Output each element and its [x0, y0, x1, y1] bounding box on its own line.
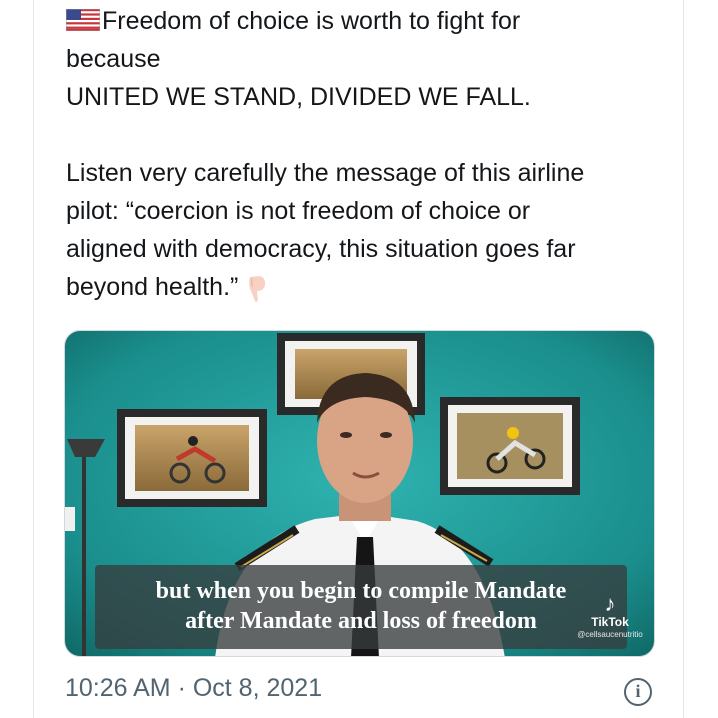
subtitle-line-2: after Mandate and loss of freedom	[185, 608, 537, 634]
video-player[interactable]: but when you begin to compile Mandate af…	[64, 330, 655, 657]
subtitle-line-1: but when you begin to compile Mandate	[155, 578, 567, 604]
tiktok-brand: TikTok	[591, 615, 629, 629]
tiktok-handle: @cellsaucenutritio	[577, 630, 643, 639]
video-subtitle: but when you begin to compile Mandate af…	[95, 565, 627, 649]
tweet-line-2: because	[66, 45, 161, 73]
tweet-body: Freedom of choice is worth to fight for …	[66, 2, 666, 306]
timeline-border-left	[33, 0, 34, 718]
info-circle-icon[interactable]: i	[624, 678, 652, 706]
tweet-para2-line-2: pilot: “coercion is not freedom of choic…	[66, 197, 531, 225]
tiktok-note-icon: ♪	[604, 591, 616, 616]
tweet-timestamp[interactable]: 10:26 AM · Oct 8, 2021	[65, 674, 322, 703]
tweet-para2-line-3: aligned with democracy, this situation g…	[66, 235, 576, 263]
pointing-down-icon	[249, 276, 266, 302]
tweet-line-3: UNITED WE STAND, DIVIDED WE FALL.	[66, 83, 531, 111]
right-picture-frame	[440, 397, 580, 495]
tweet-line-1: Freedom of choice is worth to fight for	[66, 2, 666, 40]
tweet-para2-line-4-text: beyond health.”	[66, 273, 239, 301]
tweet-para2-line-4: beyond health.”	[66, 268, 666, 306]
tiktok-watermark: ♪ TikTok @cellsaucenutritio	[568, 593, 652, 641]
timeline-border-right	[683, 0, 684, 718]
tweet-line-1-text: Freedom of choice is worth to fight for	[102, 7, 521, 35]
tweet-para2-line-1: Listen very carefully the message of thi…	[66, 159, 585, 187]
us-flag-icon	[66, 9, 100, 31]
left-picture-frame	[117, 409, 267, 507]
